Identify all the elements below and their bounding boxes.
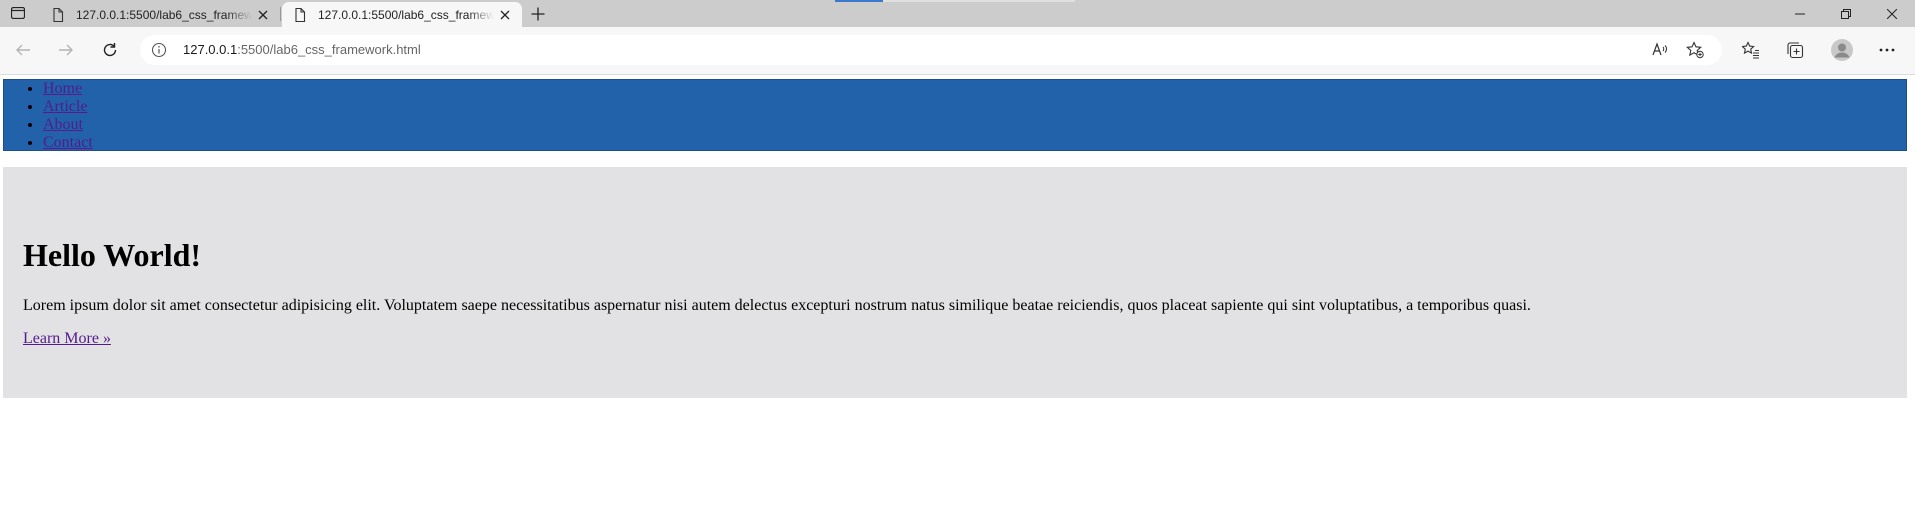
nav-link-about[interactable]: About (43, 116, 83, 133)
nav-link-article[interactable]: Article (43, 98, 87, 115)
url-path: :5500/lab6_css_framework.html (237, 42, 421, 57)
tab-loading-indicator (835, 0, 883, 2)
restore-icon (1841, 8, 1851, 19)
nav-item: About (43, 116, 1906, 134)
nav-item: Contact (43, 134, 1906, 152)
browser-toolbar: 127.0.0.1:5500/lab6_css_framework.html (0, 27, 1915, 75)
nav-link-home[interactable]: Home (43, 80, 82, 97)
learn-more-link[interactable]: Learn More » (23, 329, 111, 349)
close-tab-button[interactable] (494, 5, 516, 25)
refresh-icon (103, 43, 117, 57)
close-window-button[interactable] (1869, 0, 1915, 27)
nav-list: Home Article About Contact (4, 80, 1906, 152)
profile-button[interactable] (1829, 37, 1855, 63)
tab-bar: 127.0.0.1:5500/lab6_css_framewo 127.0.0.… (0, 0, 1915, 27)
new-tab-button[interactable] (526, 3, 550, 25)
nav-link-contact[interactable]: Contact (43, 134, 93, 151)
tab-actions-button[interactable] (6, 3, 30, 23)
site-navbar: Home Article About Contact (3, 79, 1907, 151)
window-controls (1777, 0, 1915, 27)
nav-item: Article (43, 98, 1906, 116)
collections-icon (1787, 42, 1804, 59)
forward-button[interactable] (54, 38, 78, 62)
hero-heading: Hello World! (23, 237, 202, 273)
avatar-icon (1831, 39, 1853, 61)
minimize-icon (1795, 13, 1805, 14)
more-icon (1879, 48, 1895, 52)
tab-title: 127.0.0.1:5500/lab6_css_framewo (318, 7, 494, 22)
tab-actions-icon (11, 7, 25, 19)
plus-icon (531, 7, 545, 21)
favorites-button[interactable] (1740, 39, 1762, 61)
info-icon[interactable] (151, 42, 167, 58)
page-icon (295, 7, 306, 22)
url-host: 127.0.0.1 (183, 42, 238, 57)
hero-section: Hello World! Lorem ipsum dolor sit amet … (3, 167, 1907, 398)
page-viewport: Home Article About Contact Hello World! … (0, 75, 1915, 525)
tab-loading-track (883, 0, 1075, 2)
read-aloud-icon[interactable] (1651, 41, 1669, 59)
close-tab-button[interactable] (252, 5, 274, 25)
refresh-button[interactable] (98, 38, 122, 62)
close-icon (1887, 8, 1897, 19)
favorites-icon (1742, 41, 1759, 59)
minimize-button[interactable] (1777, 0, 1823, 27)
address-bar[interactable]: 127.0.0.1:5500/lab6_css_framework.html (140, 35, 1722, 65)
hero-text: Lorem ipsum dolor sit amet consectetur a… (23, 297, 1531, 314)
close-icon (500, 10, 510, 19)
add-favorite-icon[interactable] (1686, 41, 1704, 59)
collections-button[interactable] (1784, 39, 1806, 61)
tab-separator (280, 7, 281, 21)
page-icon (53, 7, 64, 22)
browser-tab-2[interactable]: 127.0.0.1:5500/lab6_css_framewo (282, 2, 522, 27)
nav-item: Home (43, 80, 1906, 98)
settings-menu-button[interactable] (1876, 39, 1898, 61)
close-icon (258, 10, 268, 19)
tab-title: 127.0.0.1:5500/lab6_css_framewo (76, 7, 252, 22)
arrow-right-icon (59, 44, 73, 56)
url-text[interactable]: 127.0.0.1:5500/lab6_css_framework.html (183, 42, 421, 57)
back-button[interactable] (11, 38, 35, 62)
browser-tab-1[interactable]: 127.0.0.1:5500/lab6_css_framewo (40, 2, 280, 27)
arrow-left-icon (16, 44, 30, 56)
restore-button[interactable] (1823, 0, 1869, 27)
